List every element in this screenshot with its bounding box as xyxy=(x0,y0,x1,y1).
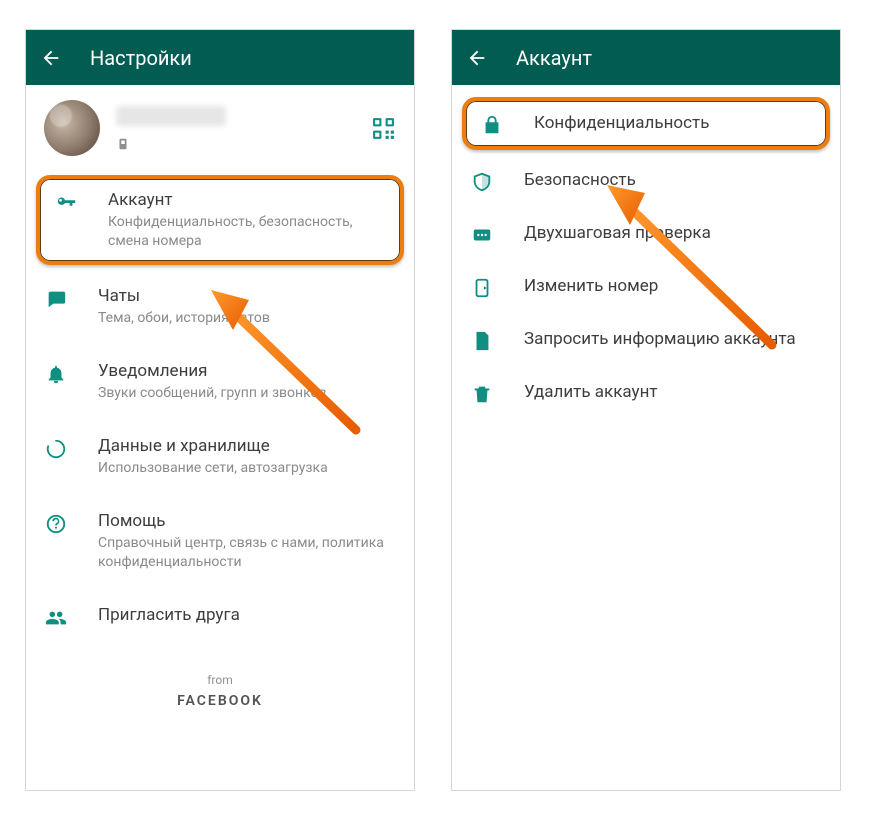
account-item-change-number[interactable]: Изменить номер xyxy=(452,260,840,313)
help-icon xyxy=(44,510,68,535)
profile-name xyxy=(116,106,371,150)
lock-icon xyxy=(480,111,504,136)
item-title: Пригласить друга xyxy=(98,604,396,626)
settings-screen: Настройки Аккаунт Конфиденциальность, бе… xyxy=(26,30,414,790)
key-icon xyxy=(54,189,78,214)
qr-code-icon[interactable] xyxy=(371,116,396,141)
profile-name-blurred xyxy=(116,106,226,126)
item-title: Запросить информацию аккаунта xyxy=(524,328,822,350)
back-arrow-icon[interactable] xyxy=(40,47,62,69)
item-title: Конфиденциальность xyxy=(534,112,812,134)
settings-list: Аккаунт Конфиденциальность, безопасность… xyxy=(26,175,414,709)
header-title: Аккаунт xyxy=(516,46,592,70)
account-item-security[interactable]: Безопасность xyxy=(452,154,840,207)
settings-item-help[interactable]: Помощь Справочный центр, связь с нами, п… xyxy=(26,494,414,588)
footer-brand: FACEBOOK xyxy=(26,693,414,709)
item-title: Двухшаговая проверка xyxy=(524,222,822,244)
sim-swap-icon xyxy=(470,274,494,299)
chat-icon xyxy=(44,285,68,310)
settings-item-account[interactable]: Аккаунт Конфиденциальность, безопасность… xyxy=(48,189,392,251)
account-item-twostep[interactable]: Двухшаговая проверка xyxy=(452,207,840,260)
item-title: Уведомления xyxy=(98,360,396,382)
item-title: Аккаунт xyxy=(108,189,386,211)
settings-item-invite[interactable]: Пригласить друга xyxy=(26,588,414,645)
settings-item-data[interactable]: Данные и хранилище Использование сети, а… xyxy=(26,419,414,494)
item-sub: Использование сети, автозагрузка xyxy=(98,459,396,478)
header-bar: Настройки xyxy=(26,30,414,85)
account-item-request-info[interactable]: Запросить информацию аккаунта xyxy=(452,313,840,366)
trash-icon xyxy=(470,380,494,405)
bell-icon xyxy=(44,360,68,385)
item-sub: Звуки сообщений, групп и звонков xyxy=(98,384,396,403)
avatar xyxy=(44,100,100,156)
item-title: Помощь xyxy=(98,510,396,532)
pin-pad-icon xyxy=(470,221,494,246)
document-icon xyxy=(470,327,494,352)
footer-from: from xyxy=(26,673,414,687)
shield-icon xyxy=(470,168,494,193)
settings-item-notifications[interactable]: Уведомления Звуки сообщений, групп и зво… xyxy=(26,344,414,419)
account-item-privacy[interactable]: Конфиденциальность xyxy=(474,111,818,136)
item-title: Удалить аккаунт xyxy=(524,381,822,403)
back-arrow-icon[interactable] xyxy=(466,47,488,69)
footer: from FACEBOOK xyxy=(26,673,414,709)
item-sub: Конфиденциальность, безопасность, смена … xyxy=(108,213,386,251)
settings-item-chats[interactable]: Чаты Тема, обои, история чатов xyxy=(26,269,414,344)
item-title: Чаты xyxy=(98,285,396,307)
header-bar: Аккаунт xyxy=(452,30,840,85)
profile-status-icon xyxy=(116,136,130,150)
profile-row[interactable] xyxy=(26,85,414,171)
item-title: Данные и хранилище xyxy=(98,435,396,457)
account-list: Конфиденциальность Безопасность Двухшаго… xyxy=(452,97,840,419)
data-usage-icon xyxy=(44,435,68,460)
item-title: Безопасность xyxy=(524,169,822,191)
item-sub: Тема, обои, история чатов xyxy=(98,309,396,328)
highlight-box-account: Аккаунт Конфиденциальность, безопасность… xyxy=(36,175,404,265)
item-sub: Справочный центр, связь с нами, политика… xyxy=(98,534,396,572)
item-title: Изменить номер xyxy=(524,275,822,297)
people-icon xyxy=(44,604,68,629)
highlight-box-privacy: Конфиденциальность xyxy=(462,97,830,150)
account-screen: Аккаунт Конфиденциальность Безопасность xyxy=(452,30,840,790)
header-title: Настройки xyxy=(90,46,192,70)
account-item-delete[interactable]: Удалить аккаунт xyxy=(452,366,840,419)
